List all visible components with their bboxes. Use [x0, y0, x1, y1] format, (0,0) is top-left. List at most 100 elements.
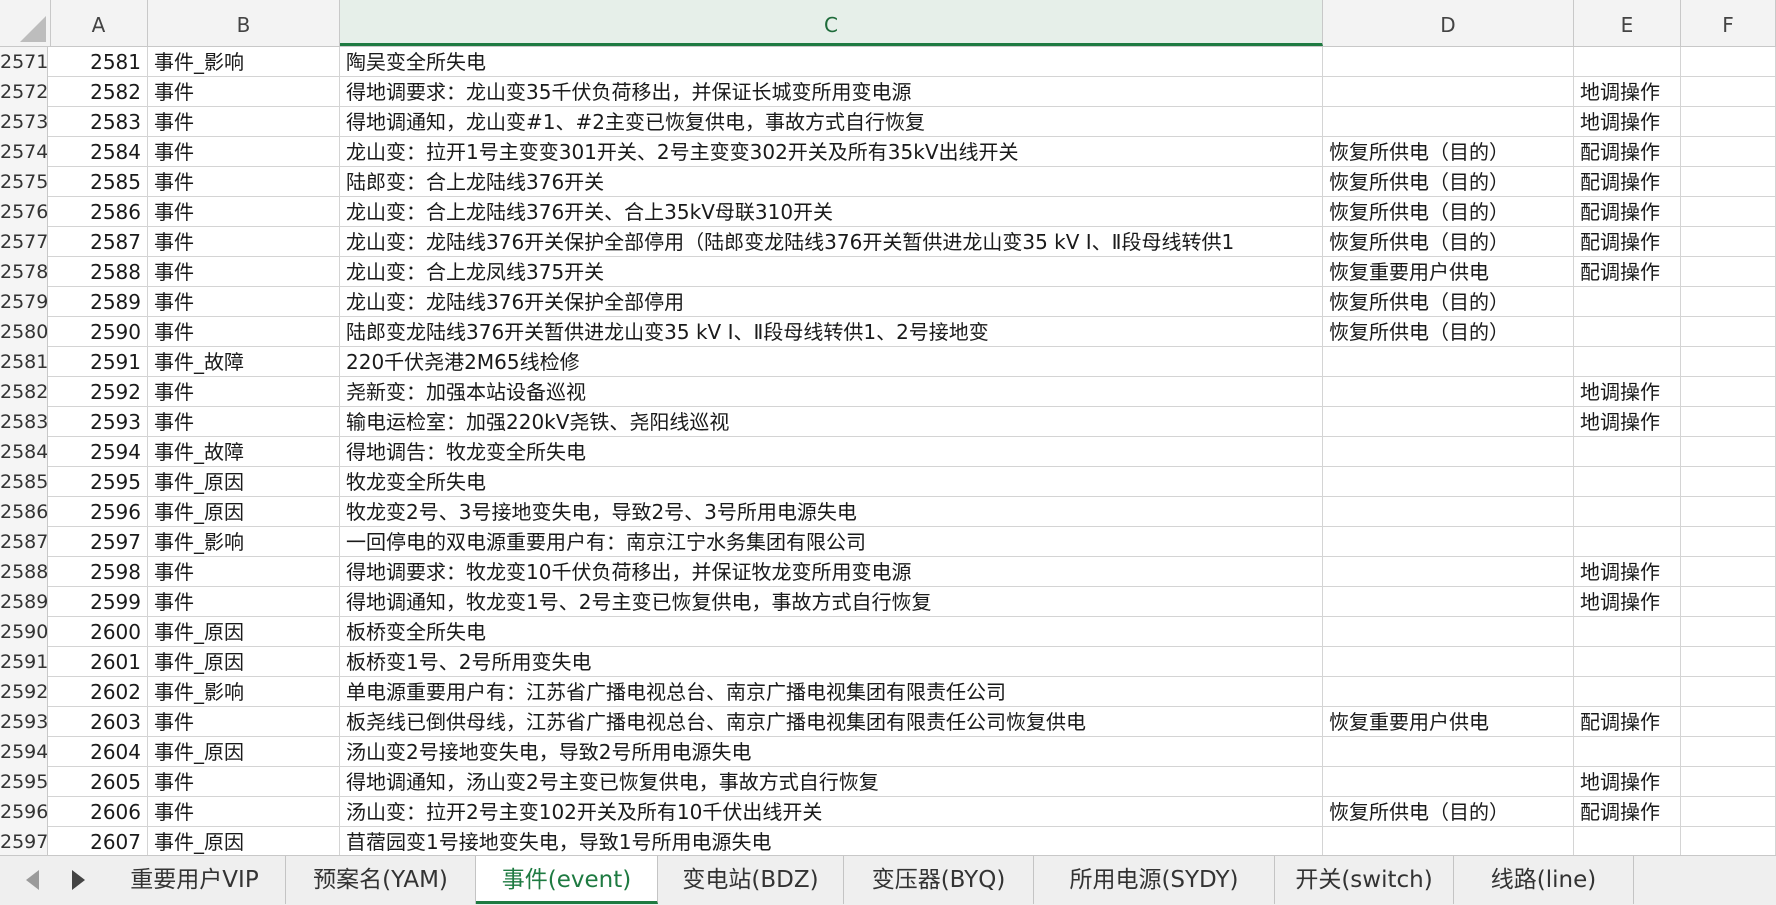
cell-e[interactable]: 地调操作 [1574, 557, 1681, 587]
row-number[interactable]: 2589 [0, 587, 48, 617]
cell-d[interactable] [1323, 557, 1574, 587]
cell-e[interactable] [1574, 347, 1681, 377]
cell-d[interactable] [1323, 347, 1574, 377]
row-number[interactable]: 2588 [0, 557, 48, 587]
cell-b[interactable]: 事件 [148, 287, 340, 317]
cell-b[interactable]: 事件_影响 [148, 677, 340, 707]
cell-b[interactable]: 事件 [148, 137, 340, 167]
cell-c[interactable]: 220千伏尧港2M65线检修 [340, 347, 1323, 377]
cell-c[interactable]: 板桥变1号、2号所用变失电 [340, 647, 1323, 677]
row-number[interactable]: 2590 [0, 617, 48, 647]
cell-d[interactable]: 恢复所供电（目的） [1323, 287, 1574, 317]
row-number[interactable]: 2571 [0, 47, 48, 77]
row-number[interactable]: 2592 [0, 677, 48, 707]
cell-b[interactable]: 事件_原因 [148, 737, 340, 767]
row-number[interactable]: 2583 [0, 407, 48, 437]
cell-e[interactable] [1574, 527, 1681, 557]
cell-d[interactable]: 恢复所供电（目的） [1323, 317, 1574, 347]
row-number[interactable]: 2594 [0, 737, 48, 767]
cell-a[interactable]: 2593 [50, 407, 148, 437]
cell-a[interactable]: 2602 [50, 677, 148, 707]
column-header-c[interactable]: C [340, 0, 1323, 46]
cell-f[interactable] [1681, 287, 1776, 317]
cell-c[interactable]: 单电源重要用户有：江苏省广播电视总台、南京广播电视集团有限责任公司 [340, 677, 1323, 707]
cell-b[interactable]: 事件 [148, 167, 340, 197]
cell-f[interactable] [1681, 137, 1776, 167]
cell-c[interactable]: 牧龙变2号、3号接地变失电，导致2号、3号所用电源失电 [340, 497, 1323, 527]
cell-a[interactable]: 2595 [50, 467, 148, 497]
select-all-button[interactable] [0, 0, 51, 46]
cell-d[interactable] [1323, 587, 1574, 617]
cell-f[interactable] [1681, 767, 1776, 797]
cell-f[interactable] [1681, 437, 1776, 467]
cell-c[interactable]: 陆郎变：合上龙陆线376开关 [340, 167, 1323, 197]
cell-c[interactable]: 苜蓿园变1号接地变失电，导致1号所用电源失电 [340, 827, 1323, 855]
cell-d[interactable]: 恢复重要用户供电 [1323, 707, 1574, 737]
cell-e[interactable]: 地调操作 [1574, 77, 1681, 107]
cell-b[interactable]: 事件 [148, 227, 340, 257]
cell-f[interactable] [1681, 197, 1776, 227]
sheet-tab[interactable]: 变电站(BDZ) [658, 856, 844, 904]
cell-f[interactable] [1681, 257, 1776, 287]
cell-a[interactable]: 2604 [50, 737, 148, 767]
cell-b[interactable]: 事件 [148, 317, 340, 347]
cell-b[interactable]: 事件 [148, 77, 340, 107]
cell-c[interactable]: 龙山变：合上龙凤线375开关 [340, 257, 1323, 287]
cell-a[interactable]: 2594 [50, 437, 148, 467]
cell-e[interactable]: 地调操作 [1574, 377, 1681, 407]
cell-d[interactable] [1323, 47, 1574, 77]
cell-e[interactable] [1574, 47, 1681, 77]
cell-a[interactable]: 2590 [50, 317, 148, 347]
cell-a[interactable]: 2598 [50, 557, 148, 587]
spreadsheet-grid[interactable]: A B C D E F 2571 2581 事件_影响 陶吴变全所失电 2572 2582… [0, 0, 1776, 855]
cell-e[interactable] [1574, 437, 1681, 467]
sheet-tab[interactable]: 线路(line) [1454, 856, 1634, 904]
cell-f[interactable] [1681, 377, 1776, 407]
cell-a[interactable]: 2589 [50, 287, 148, 317]
cell-a[interactable]: 2582 [50, 77, 148, 107]
column-header-e[interactable]: E [1574, 0, 1681, 46]
row-number[interactable]: 2597 [0, 827, 48, 855]
cell-e[interactable]: 配调操作 [1574, 257, 1681, 287]
cell-c[interactable]: 得地调通知，汤山变2号主变已恢复供电，事故方式自行恢复 [340, 767, 1323, 797]
cell-e[interactable] [1574, 647, 1681, 677]
cell-a[interactable]: 2581 [50, 47, 148, 77]
row-number[interactable]: 2572 [0, 77, 48, 107]
cell-b[interactable]: 事件_故障 [148, 437, 340, 467]
sheet-tab[interactable]: 预案名(YAM) [286, 856, 476, 904]
cell-f[interactable] [1681, 677, 1776, 707]
cell-b[interactable]: 事件 [148, 767, 340, 797]
cell-a[interactable]: 2607 [50, 827, 148, 855]
cell-b[interactable]: 事件_原因 [148, 617, 340, 647]
prev-sheet-button[interactable] [22, 868, 46, 892]
cell-d[interactable]: 恢复所供电（目的） [1323, 167, 1574, 197]
cell-c[interactable]: 汤山变：拉开2号主变102开关及所有10千伏出线开关 [340, 797, 1323, 827]
cell-f[interactable] [1681, 107, 1776, 137]
cell-a[interactable]: 2596 [50, 497, 148, 527]
cell-b[interactable]: 事件_原因 [148, 647, 340, 677]
cell-e[interactable]: 配调操作 [1574, 227, 1681, 257]
cell-e[interactable]: 配调操作 [1574, 707, 1681, 737]
row-number[interactable]: 2574 [0, 137, 48, 167]
column-header-f[interactable]: F [1681, 0, 1776, 46]
cell-d[interactable]: 恢复所供电（目的） [1323, 227, 1574, 257]
cell-b[interactable]: 事件_影响 [148, 527, 340, 557]
cell-e[interactable]: 地调操作 [1574, 407, 1681, 437]
cell-f[interactable] [1681, 167, 1776, 197]
cell-f[interactable] [1681, 827, 1776, 855]
row-number[interactable]: 2587 [0, 527, 48, 557]
row-number[interactable]: 2585 [0, 467, 48, 497]
cell-d[interactable] [1323, 767, 1574, 797]
row-number[interactable]: 2593 [0, 707, 48, 737]
sheet-tab[interactable]: 事件(event) [476, 856, 658, 904]
row-number[interactable]: 2582 [0, 377, 48, 407]
cell-f[interactable] [1681, 317, 1776, 347]
cell-d[interactable] [1323, 827, 1574, 855]
cell-f[interactable] [1681, 527, 1776, 557]
sheet-tab[interactable]: 重要用户VIP [104, 856, 286, 904]
cell-b[interactable]: 事件 [148, 557, 340, 587]
cell-c[interactable]: 陆郎变龙陆线376开关暂供进龙山变35 kV Ⅰ、Ⅱ段母线转供1、2号接地变 [340, 317, 1323, 347]
cell-e[interactable]: 配调操作 [1574, 167, 1681, 197]
row-number[interactable]: 2595 [0, 767, 48, 797]
cell-c[interactable]: 尧新变：加强本站设备巡视 [340, 377, 1323, 407]
